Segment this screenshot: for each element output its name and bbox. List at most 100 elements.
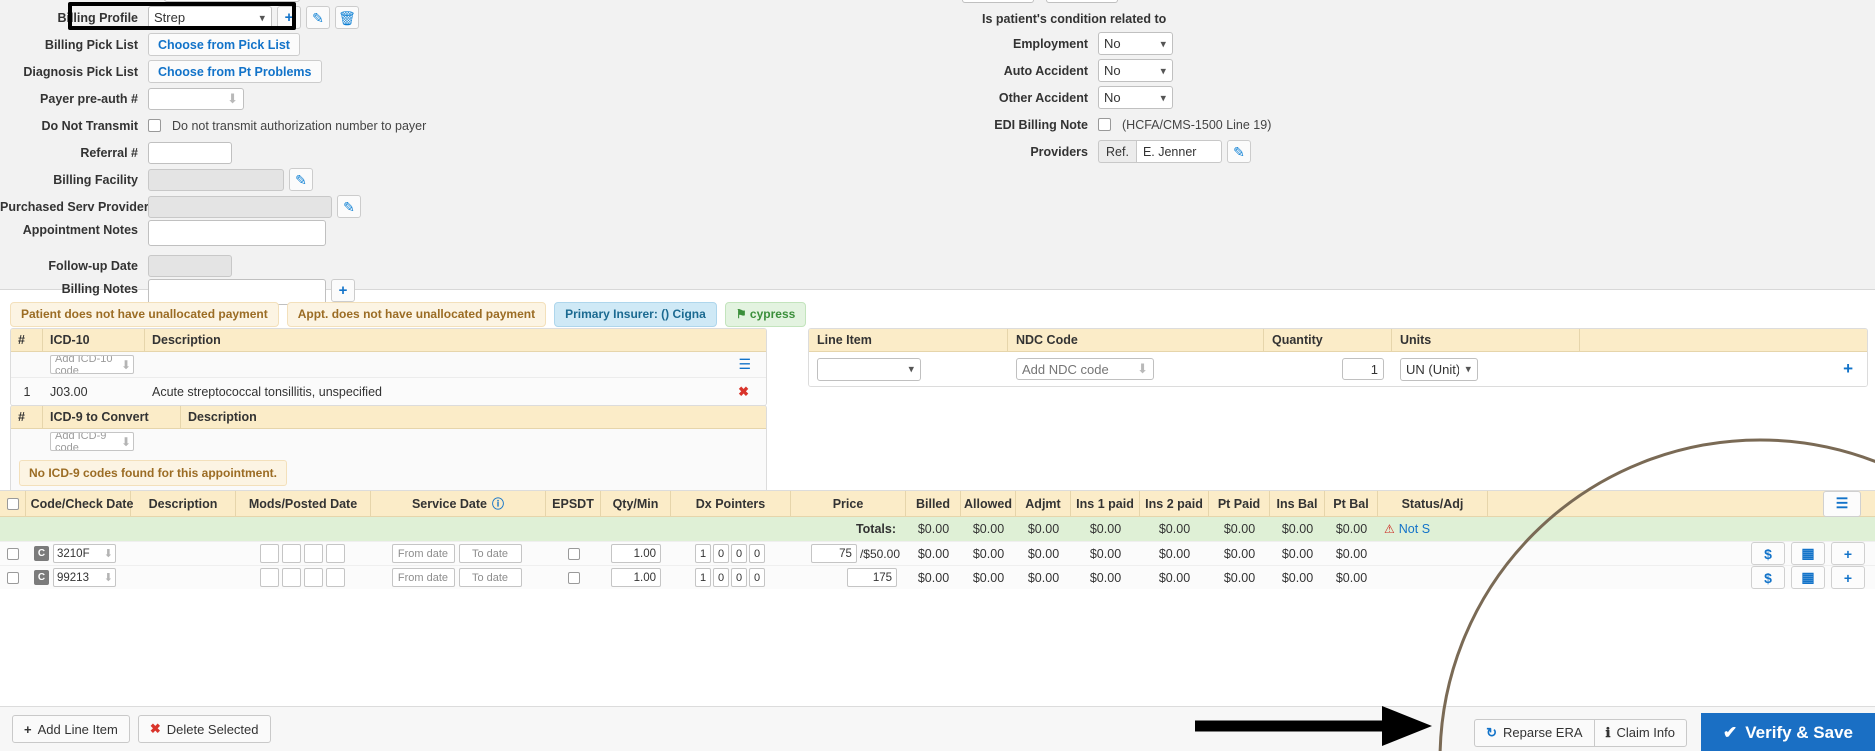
cut-off-date-field-1[interactable]	[962, 0, 1034, 3]
icd9-add-input[interactable]: Add ICD-9 code ⬇	[50, 432, 134, 451]
row-payment-icon[interactable]: $	[1751, 542, 1785, 565]
dx-pointer-4-input[interactable]: 0	[749, 544, 765, 563]
price-input[interactable]: 75	[810, 544, 857, 563]
appointment-notes-textarea[interactable]	[148, 220, 326, 246]
row-add-icon[interactable]: +	[1831, 542, 1865, 565]
close-icon: ✖	[149, 721, 161, 736]
cypress-badge[interactable]: ⚑ cypress	[724, 302, 807, 328]
reparse-era-button[interactable]: ↻ Reparse ERA	[1474, 718, 1594, 747]
do-not-transmit-checkbox[interactable]	[148, 119, 161, 132]
referring-provider-group[interactable]: Ref. E. Jenner	[1098, 140, 1222, 163]
modifier-2-input[interactable]	[281, 544, 301, 563]
delete-billing-profile-button[interactable]: 🗑	[335, 6, 359, 29]
billing-facility-input[interactable]	[148, 168, 284, 191]
auto-accident-select[interactable]: No	[1098, 59, 1173, 82]
claim-info-button[interactable]: ℹ Claim Info	[1593, 718, 1687, 747]
billing-facility-label: Billing Facility	[53, 172, 138, 187]
modifier-1-input[interactable]	[259, 544, 279, 563]
modifier-1-input[interactable]	[259, 568, 279, 587]
modifier-3-input[interactable]	[303, 544, 323, 563]
row-payment-icon[interactable]: $	[1751, 566, 1785, 589]
add-billing-profile-button[interactable]: +	[277, 6, 301, 29]
qty-min-input[interactable]: 1.00	[611, 568, 661, 587]
price-input[interactable]: 175	[847, 568, 897, 587]
icd10-add-input[interactable]: Add ICD-10 code ⬇	[50, 355, 134, 374]
row-detail-list-icon[interactable]: ▦	[1791, 542, 1825, 565]
choose-from-pick-list-button[interactable]: Choose from Pick List	[148, 33, 300, 56]
payer-preauth-typeahead[interactable]: ⬇	[148, 87, 244, 110]
delete-icd10-row-icon[interactable]: ✖	[738, 384, 749, 400]
edit-billing-facility-button[interactable]: ✎	[289, 168, 313, 191]
add-ndc-row-button[interactable]: +	[1843, 359, 1853, 379]
auto-accident-select-wrap[interactable]: No ▾	[1098, 59, 1173, 82]
epsdt-checkbox[interactable]	[567, 547, 580, 560]
header-status-adj: Status/Adj	[1378, 491, 1488, 516]
primary-insurer-badge[interactable]: Primary Insurer: () Cigna	[554, 302, 717, 328]
header-allowed: Allowed	[961, 491, 1016, 516]
ndc-quantity-input[interactable]	[1342, 358, 1384, 380]
row-add-icon[interactable]: +	[1831, 566, 1865, 589]
edit-purchased-serv-provider-button[interactable]: ✎	[337, 195, 361, 218]
add-billing-note-button[interactable]: +	[331, 279, 355, 302]
modifier-2-input[interactable]	[281, 568, 301, 587]
patient-condition-heading: Is patient's condition related to	[982, 12, 1167, 26]
dx-pointer-1-input[interactable]: 1	[695, 544, 711, 563]
billing-totals-row: Totals: $0.00 $0.00 $0.00 $0.00 $0.00 $0…	[0, 517, 1875, 541]
employment-select-wrap[interactable]: No ▾	[1098, 32, 1173, 55]
followup-date-input[interactable]	[148, 254, 232, 277]
service-from-date-input[interactable]: From date	[391, 568, 455, 587]
modifier-3-input[interactable]	[303, 568, 323, 587]
epsdt-checkbox[interactable]	[567, 571, 580, 584]
ndc-units-select[interactable]: UN (Unit)	[1400, 357, 1478, 381]
billing-profile-select[interactable]: Strep	[148, 6, 272, 29]
row-code-input[interactable]: 3210F ⬇	[53, 544, 116, 563]
row-select-checkbox[interactable]	[7, 571, 19, 584]
billing-table-menu-icon[interactable]: ☰	[1823, 490, 1861, 517]
edit-billing-profile-button[interactable]: ✎	[306, 6, 330, 29]
icd10-menu-icon[interactable]: ☰	[738, 356, 751, 373]
dx-pointer-3-input[interactable]: 0	[731, 544, 747, 563]
dx-pointer-2-input[interactable]: 0	[713, 568, 729, 587]
service-from-date-input[interactable]: From date	[391, 544, 455, 563]
ndc-units-select-wrap[interactable]: UN (Unit) ▾	[1400, 357, 1478, 381]
ndc-code-input[interactable]	[1016, 358, 1154, 380]
other-accident-select[interactable]: No	[1098, 86, 1173, 109]
row-code-input[interactable]: 99213 ⬇	[53, 568, 116, 587]
edit-referring-provider-button[interactable]: ✎	[1226, 140, 1251, 163]
other-accident-select-wrap[interactable]: No ▾	[1098, 86, 1173, 109]
service-to-date-input[interactable]: To date	[458, 568, 522, 587]
row-detail-list-icon[interactable]: ▦	[1791, 566, 1825, 589]
cut-off-date-field-2[interactable]	[1046, 0, 1118, 3]
choose-from-pt-problems-button[interactable]: Choose from Pt Problems	[148, 60, 322, 83]
ndc-line-item-select[interactable]	[817, 357, 921, 381]
ndc-line-item-select-wrap[interactable]: ▾	[817, 357, 921, 381]
employment-select[interactable]: No	[1098, 32, 1173, 55]
icd10-header-row: # ICD-10 Description	[11, 329, 766, 352]
row-select-checkbox[interactable]	[7, 547, 19, 560]
cut-off-field-above-billing-profile[interactable]	[164, 0, 300, 2]
dx-pointer-1-input[interactable]: 1	[695, 568, 711, 587]
help-icon[interactable]: ⓘ	[492, 495, 504, 512]
service-to-date-input[interactable]: To date	[458, 544, 522, 563]
verify-and-save-button[interactable]: ✔ Verify & Save	[1701, 713, 1875, 751]
qty-min-input[interactable]: 1.00	[611, 544, 661, 563]
delete-selected-button[interactable]: ✖ Delete Selected	[137, 715, 271, 743]
referring-provider-value[interactable]: E. Jenner	[1135, 140, 1222, 163]
dx-pointer-3-input[interactable]: 0	[731, 568, 747, 587]
ndc-code-typeahead[interactable]: ⬇	[1016, 358, 1154, 380]
billing-profile-select-wrap[interactable]: Strep ▾	[148, 6, 272, 29]
select-all-checkbox[interactable]	[6, 497, 19, 510]
purchased-serv-provider-input[interactable]	[148, 195, 332, 218]
modifier-4-input[interactable]	[325, 544, 345, 563]
payer-preauth-input[interactable]	[148, 87, 244, 110]
modifier-4-input[interactable]	[325, 568, 345, 587]
totals-status-link[interactable]: Not S	[1399, 522, 1430, 536]
add-line-item-button[interactable]: + Add Line Item	[12, 715, 130, 743]
edi-billing-note-checkbox[interactable]	[1098, 118, 1111, 131]
referral-number-input[interactable]	[148, 141, 232, 164]
info-icon: ℹ	[1605, 724, 1611, 740]
dx-pointer-4-input[interactable]: 0	[749, 568, 765, 587]
dx-pointer-2-input[interactable]: 0	[713, 544, 729, 563]
totals-allowed: $0.00	[972, 522, 1005, 536]
select-all-header[interactable]	[0, 491, 26, 516]
